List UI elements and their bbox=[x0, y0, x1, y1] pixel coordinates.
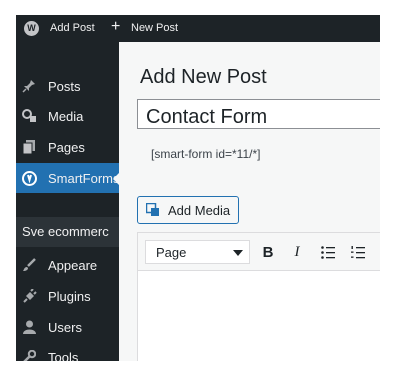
sidebar-item-label: Posts bbox=[48, 79, 81, 94]
italic-button[interactable]: I bbox=[287, 241, 307, 263]
add-media-button[interactable]: Add Media bbox=[137, 196, 239, 224]
sidebar-item-ecommerce[interactable]: Sve ecommerc bbox=[16, 217, 119, 247]
sidebar-item-label: Sve ecommerc bbox=[22, 224, 109, 239]
add-media-label: Add Media bbox=[168, 203, 231, 218]
plug-icon bbox=[21, 288, 37, 304]
sidebar-item-media[interactable]: Media bbox=[16, 101, 119, 131]
sidebar-item-label: Media bbox=[48, 109, 84, 124]
paragraph-format-select[interactable]: Page bbox=[145, 240, 250, 264]
brush-icon bbox=[21, 257, 37, 273]
sidebar-item-plugins[interactable]: Plugins bbox=[16, 281, 119, 311]
bulleted-list-icon[interactable] bbox=[318, 241, 338, 263]
sidebar-item-label: Users bbox=[48, 320, 82, 335]
admin-bar: W Add Post + New Post bbox=[16, 15, 380, 42]
wordpress-logo-icon[interactable]: W bbox=[24, 21, 39, 36]
sidebar-item-tools[interactable]: Tools bbox=[16, 342, 119, 361]
pin-icon bbox=[21, 78, 37, 94]
sidebar-item-label: Tools bbox=[48, 350, 79, 361]
user-icon bbox=[21, 319, 37, 335]
add-post-link[interactable]: Add Post bbox=[50, 22, 95, 34]
sidebar-item-label: Plugins bbox=[48, 289, 91, 304]
sidebar-item-label: Appeare bbox=[48, 258, 98, 273]
media-icon bbox=[21, 108, 37, 124]
content-editor[interactable]: Page B I bbox=[137, 232, 380, 361]
sidebar-item-appearance[interactable]: Appeare bbox=[16, 250, 119, 280]
chevron-down-icon bbox=[233, 250, 243, 256]
plus-icon[interactable]: + bbox=[111, 18, 120, 36]
wp-admin-window: W Add Post + New Post Posts Media Pages bbox=[16, 15, 380, 361]
sidebar-item-posts[interactable]: Posts bbox=[16, 71, 119, 101]
admin-sidebar: Posts Media Pages SmartForms Sve ecommer… bbox=[16, 42, 120, 361]
sidebar-item-pages[interactable]: Pages bbox=[16, 132, 119, 162]
numbered-list-icon[interactable] bbox=[348, 241, 368, 263]
sidebar-item-label: Pages bbox=[48, 140, 85, 155]
post-editor-area: Add New Post Contact Form [smart-form id… bbox=[119, 42, 380, 361]
format-select-value: Page bbox=[156, 245, 187, 260]
sidebar-item-users[interactable]: Users bbox=[16, 312, 119, 342]
page-title: Add New Post bbox=[140, 66, 267, 88]
sidebar-item-label: SmartForms bbox=[48, 171, 120, 186]
new-post-link[interactable]: New Post bbox=[131, 22, 178, 34]
smartforms-icon bbox=[21, 170, 37, 186]
sidebar-item-smartforms[interactable]: SmartForms bbox=[16, 163, 120, 193]
pages-icon bbox=[21, 139, 37, 155]
shortcode-text: [smart-form id=*11/*] bbox=[151, 147, 261, 161]
media-icon bbox=[145, 202, 160, 217]
bold-button[interactable]: B bbox=[258, 241, 278, 263]
editor-toolbar: Page B I bbox=[138, 233, 380, 271]
wrench-icon bbox=[21, 349, 37, 361]
post-title-input[interactable]: Contact Form bbox=[137, 99, 380, 129]
